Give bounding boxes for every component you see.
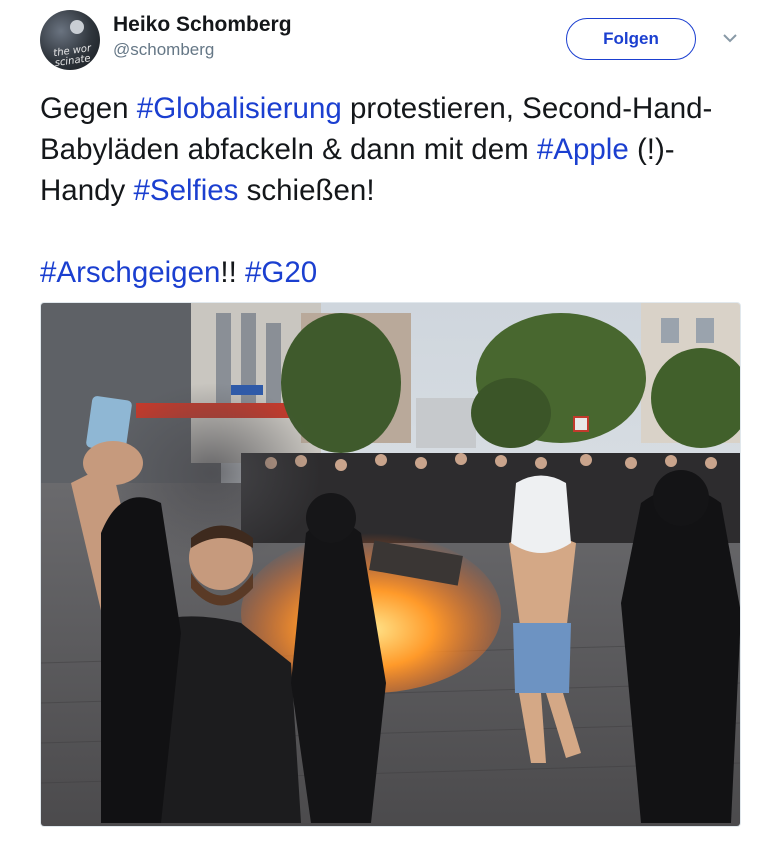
author-display-name[interactable]: Heiko Schomberg <box>113 12 292 38</box>
hashtag-globalisierung[interactable]: #Globalisierung <box>137 92 342 125</box>
tweet-paragraph-2: #Arschgeigen!! #G20 <box>40 252 740 293</box>
text-segment: Gegen <box>40 92 137 125</box>
follow-button[interactable]: Folgen <box>566 18 696 60</box>
avatar-graphic <box>70 20 84 34</box>
chevron-down-icon[interactable] <box>722 32 738 44</box>
author-names: Heiko Schomberg @schomberg <box>113 12 292 62</box>
text-segment: !! <box>220 256 245 289</box>
author-handle[interactable]: @schomberg <box>113 38 292 62</box>
tweet-text: Gegen #Globalisierung protestieren, Seco… <box>40 88 740 293</box>
avatar-caption: the wor scinate <box>52 43 92 70</box>
tweet-header: the wor scinate Heiko Schomberg @schombe… <box>40 10 750 70</box>
text-segment: schießen! <box>238 174 375 207</box>
tweet-paragraph-1: Gegen #Globalisierung protestieren, Seco… <box>40 88 740 211</box>
hashtag-selfies[interactable]: #Selfies <box>133 174 238 207</box>
hashtag-arschgeigen[interactable]: #Arschgeigen <box>40 256 220 289</box>
hashtag-apple[interactable]: #Apple <box>537 133 629 166</box>
street-protest-photo <box>41 303 740 826</box>
avatar[interactable]: the wor scinate <box>40 10 100 70</box>
tweet-photo[interactable] <box>40 302 741 827</box>
hashtag-g20[interactable]: #G20 <box>245 256 317 289</box>
tweet-card: the wor scinate Heiko Schomberg @schombe… <box>0 0 777 846</box>
